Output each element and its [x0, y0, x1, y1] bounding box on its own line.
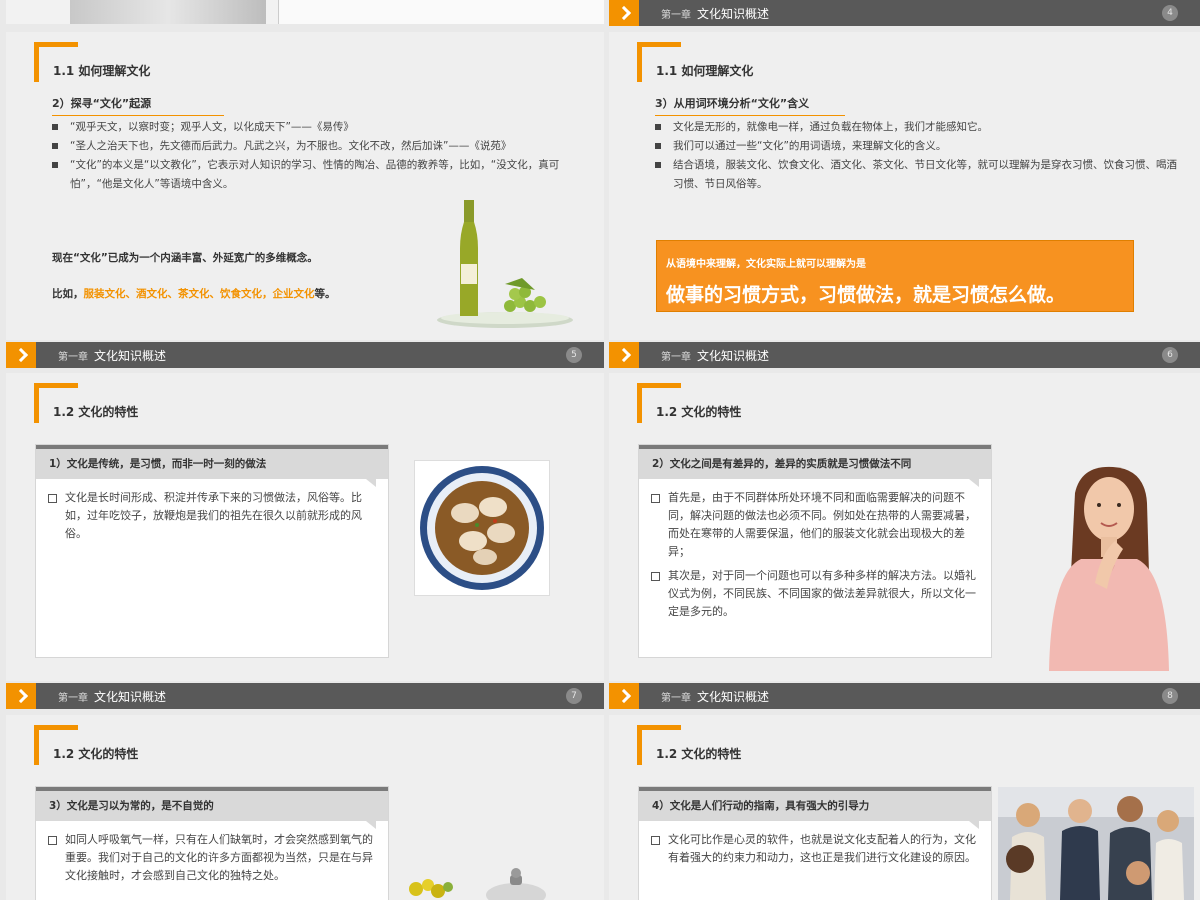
chevron-right-icon [6, 683, 36, 709]
slide-7: 1.2 文化的特性 1）文化是传统，是习惯，而非一时一刻的做法 文化是长时间形成… [6, 373, 604, 681]
chevron-right-icon [609, 0, 639, 26]
footer-chapter: 第一章 [58, 351, 88, 363]
card-paragraph: 文化可比作是心灵的软件，也就是说文化支配着人的行为，文化有着强大的约束力和动力，… [651, 831, 981, 867]
feature-card: 1）文化是传统，是习惯，而非一时一刻的做法 文化是长时间形成、积淀并传承下来的习… [35, 444, 389, 658]
business-team-photo [998, 787, 1194, 900]
subheading: 3）从用词环境分析“文化”含义 [655, 95, 845, 116]
section-title: 1.1 如何理解文化 [53, 64, 151, 78]
section-title: 1.2 文化的特性 [53, 747, 139, 761]
examples-line: 比如，服装文化、酒文化、茶文化、饮食文化，企业文化等。 [52, 286, 336, 301]
bullet-item: 文化是无形的，就像电一样，通过负载在物体上，我们才能感知它。 [655, 118, 1185, 137]
card-body: 首先是，由于不同群体所处环境不同和面临需要解决的问题不同，解决问题的做法也必须不… [639, 479, 991, 637]
page-number: 8 [1162, 688, 1178, 704]
feature-card: 3）文化是习以为常的，是不自觉的 如同人呼吸氧气一样，只有在人们缺氧时，才会突然… [35, 786, 389, 900]
footer-page-5: 第一章 文化知识概述 5 [6, 342, 604, 368]
card-body: 文化是长时间形成、积淀并传承下来的习惯做法，风俗等。比如，过年吃饺子，放鞭炮是我… [36, 479, 388, 559]
bullet-list: 文化是无形的，就像电一样，通过负载在物体上，我们才能感知它。 我们可以通过一些“… [655, 118, 1185, 194]
page-number: 6 [1162, 347, 1178, 363]
highlight-callout: 从语境中来理解，文化实际上就可以理解为是 做事的习惯方式，习惯做法，就是习惯怎么… [656, 240, 1134, 312]
feature-card: 2）文化之间是有差异的，差异的实质就是习惯做法不同 首先是，由于不同群体所处环境… [638, 444, 992, 658]
card-paragraph: 其次是，对于同一个问题也可以有多种多样的解决方法。以婚礼仪式为例，不同民族、不同… [651, 567, 981, 621]
card-heading: 1）文化是传统，是习惯，而非一时一刻的做法 [36, 449, 388, 487]
examples-prefix: 比如， [52, 288, 84, 300]
top-left-slide-remnant [6, 0, 604, 24]
bullet-item: “观乎天文，以察时变；观乎人文，以化成天下”——《易传》 [52, 118, 580, 137]
footer-page-7: 第一章 文化知识概述 7 [6, 683, 604, 709]
card-paragraph: 首先是，由于不同群体所处环境不同和面临需要解决的问题不同，解决问题的做法也必须不… [651, 489, 981, 561]
woman-portrait-image [1049, 466, 1169, 671]
footer-chapter: 第一章 [58, 692, 88, 704]
page-number: 7 [566, 688, 582, 704]
section-title: 1.1 如何理解文化 [656, 64, 754, 78]
footer-title: 文化知识概述 [697, 6, 770, 21]
bullet-item: “文化”的本义是“以文教化”，它表示对人知识的学习、性情的陶冶、品德的教养等，比… [52, 156, 580, 194]
card-paragraph: 文化是长时间形成、积淀并传承下来的习惯做法，风俗等。比如，过年吃饺子，放鞭炮是我… [48, 489, 378, 543]
teapot-flowers-image [409, 868, 546, 900]
footer-title: 文化知识概述 [697, 348, 770, 363]
footer-chapter: 第一章 [661, 692, 691, 704]
top-left-panel-fragment [278, 0, 604, 24]
slide-8: 1.2 文化的特性 2）文化之间是有差异的，差异的实质就是习惯做法不同 首先是，… [609, 373, 1200, 681]
examples-highlight: 服装文化、酒文化、茶文化、饮食文化，企业文化 [83, 288, 315, 300]
card-heading: 2）文化之间是有差异的，差异的实质就是习惯做法不同 [639, 449, 991, 487]
card-heading: 4）文化是人们行动的指南，具有强大的引导力 [639, 791, 991, 829]
card-body: 如同人呼吸氧气一样，只有在人们缺氧时，才会突然感到氧气的重要。我们对于自己的文化… [36, 821, 388, 900]
section-title: 1.2 文化的特性 [656, 405, 742, 419]
feature-card: 4）文化是人们行动的指南，具有强大的引导力 文化可比作是心灵的软件，也就是说文化… [638, 786, 992, 900]
chevron-right-icon [609, 683, 639, 709]
subheading: 2）探寻“文化”起源 [52, 95, 224, 116]
footer-title: 文化知识概述 [94, 689, 167, 704]
slide-10: 1.2 文化的特性 4）文化是人们行动的指南，具有强大的引导力 文化可比作是心灵… [609, 715, 1200, 900]
slide-6: 1.1 如何理解文化 3）从用词环境分析“文化”含义 文化是无形的，就像电一样，… [609, 32, 1200, 340]
footer-chapter: 第一章 [661, 351, 691, 363]
card-body: 文化可比作是心灵的软件，也就是说文化支配着人的行为，文化有着强大的约束力和动力，… [639, 821, 991, 883]
page-number: 5 [566, 347, 582, 363]
chevron-right-icon [609, 342, 639, 368]
page-number: 4 [1162, 5, 1178, 21]
slide-5: 1.1 如何理解文化 2）探寻“文化”起源 “观乎天文，以察时变；观乎人文，以化… [6, 32, 604, 340]
footer-page-4: 第一章 文化知识概述 4 [609, 0, 1200, 26]
bullet-item: 结合语境，服装文化、饮食文化、酒文化、茶文化、节日文化等，就可以理解为是穿衣习惯… [655, 156, 1185, 194]
wine-bottle-grapes-image [437, 200, 573, 328]
footer-chapter: 第一章 [661, 9, 691, 21]
footer-title: 文化知识概述 [94, 348, 167, 363]
footer-page-6: 第一章 文化知识概述 6 [609, 342, 1200, 368]
section-title: 1.2 文化的特性 [53, 405, 139, 419]
card-paragraph: 如同人呼吸氧气一样，只有在人们缺氧时，才会突然感到氧气的重要。我们对于自己的文化… [48, 831, 378, 885]
footer-page-8: 第一章 文化知识概述 8 [609, 683, 1200, 709]
chevron-right-icon [6, 342, 36, 368]
footer-title: 文化知识概述 [697, 689, 770, 704]
bullet-item: “圣人之治天下也，先文德而后武力。凡武之兴，为不服也。文化不改，然后加诛”——《… [52, 137, 580, 156]
callout-lead-text: 从语境中来理解，文化实际上就可以理解为是 [666, 259, 866, 270]
examples-suffix: 等。 [314, 288, 336, 300]
summary-line: 现在“文化”已成为一个内涵丰富、外延宽广的多维概念。 [52, 252, 318, 264]
callout-main-text: 做事的习惯方式，习惯做法，就是习惯怎么做。 [666, 284, 1066, 306]
bullet-item: 我们可以通过一些“文化”的用词语境，来理解文化的含义。 [655, 137, 1185, 156]
card-heading: 3）文化是习以为常的，是不自觉的 [36, 791, 388, 829]
section-title: 1.2 文化的特性 [656, 747, 742, 761]
slide-9: 1.2 文化的特性 3）文化是习以为常的，是不自觉的 如同人呼吸氧气一样，只有在… [6, 715, 604, 900]
dumpling-bowl-image [414, 460, 550, 596]
bullet-list: “观乎天文，以察时变；观乎人文，以化成天下”——《易传》 “圣人之治天下也，先文… [52, 118, 580, 194]
top-left-photo-fragment [70, 0, 266, 24]
